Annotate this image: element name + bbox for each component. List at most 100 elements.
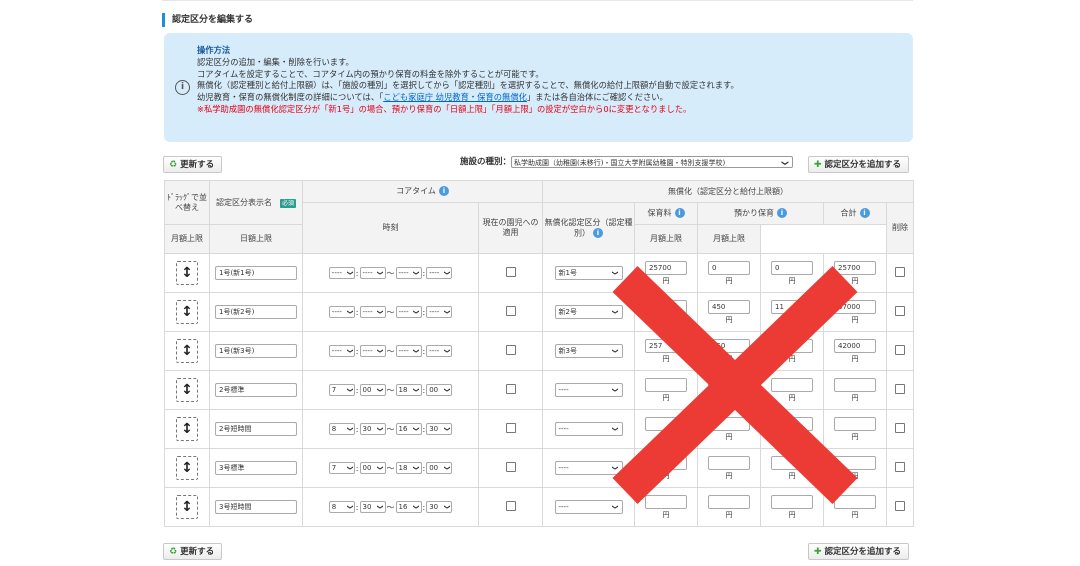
time-select[interactable]: ---- ❯ bbox=[426, 345, 453, 357]
delete-checkbox[interactable] bbox=[895, 462, 906, 472]
apply-current-checkbox[interactable] bbox=[505, 306, 516, 316]
amount-input[interactable] bbox=[834, 494, 876, 509]
add-category-button-bottom[interactable]: ✚ 認定区分を追加する bbox=[808, 543, 910, 560]
free-category-select[interactable]: ---- ❯ bbox=[554, 461, 623, 475]
drag-handle-icon[interactable]: ↕ bbox=[176, 261, 198, 285]
time-select[interactable]: ---- ❯ bbox=[426, 267, 453, 279]
time-select[interactable]: ---- ❯ bbox=[395, 306, 422, 318]
apply-current-checkbox[interactable] bbox=[505, 345, 516, 355]
amount-input[interactable] bbox=[771, 455, 813, 470]
time-select[interactable]: 00 ❯ bbox=[359, 384, 386, 396]
add-category-button-top[interactable]: ✚ 認定区分を追加する bbox=[808, 156, 910, 173]
drag-handle-icon[interactable]: ↕ bbox=[176, 417, 198, 441]
category-name-input[interactable]: 3号短時間 bbox=[215, 500, 297, 514]
amount-input[interactable] bbox=[771, 338, 813, 353]
drag-handle-icon[interactable]: ↕ bbox=[176, 339, 198, 363]
time-select[interactable]: ---- ❯ bbox=[359, 267, 386, 279]
amount-input[interactable] bbox=[645, 377, 687, 392]
apply-current-checkbox[interactable] bbox=[505, 267, 516, 277]
update-button-top[interactable]: ♻ 更新する bbox=[163, 156, 223, 173]
amount-input[interactable] bbox=[771, 494, 813, 509]
time-select[interactable]: 7 ❯ bbox=[328, 462, 355, 474]
drag-handle-icon[interactable]: ↕ bbox=[176, 495, 198, 519]
category-name-input[interactable]: 1号(新2号) bbox=[215, 305, 297, 319]
category-name-input[interactable]: 1号(新3号) bbox=[215, 344, 297, 358]
drag-handle-icon[interactable]: ↕ bbox=[176, 378, 198, 402]
amount-input[interactable]: 257 bbox=[645, 338, 687, 353]
amount-input[interactable] bbox=[708, 494, 750, 509]
category-name-input[interactable]: 2号短時間 bbox=[215, 422, 297, 436]
amount-input[interactable] bbox=[645, 299, 687, 314]
free-category-select[interactable]: 新1号 ❯ bbox=[554, 266, 623, 280]
category-name-input[interactable]: 3号標準 bbox=[215, 461, 297, 475]
amount-input[interactable]: 0 bbox=[708, 260, 750, 275]
time-select[interactable]: 16 ❯ bbox=[395, 501, 422, 513]
delete-checkbox[interactable] bbox=[895, 423, 906, 433]
time-select[interactable]: ---- ❯ bbox=[359, 306, 386, 318]
help-icon[interactable]: i bbox=[859, 208, 870, 219]
time-select[interactable]: 7 ❯ bbox=[328, 384, 355, 396]
amount-input[interactable] bbox=[834, 455, 876, 470]
category-name-input[interactable]: 2号標準 bbox=[215, 383, 297, 397]
amount-input[interactable]: 25700 bbox=[834, 260, 876, 275]
time-select[interactable]: 18 ❯ bbox=[395, 462, 422, 474]
amount-input[interactable] bbox=[645, 494, 687, 509]
facility-select[interactable]: 私学助成園（幼稚園(未移行)・国立大学附属幼稚園・特別支援学校) ❯ bbox=[511, 155, 794, 168]
time-select[interactable]: 30 ❯ bbox=[426, 423, 453, 435]
time-select[interactable]: 18 ❯ bbox=[395, 384, 422, 396]
apply-current-checkbox[interactable] bbox=[505, 501, 516, 511]
amount-input[interactable] bbox=[771, 377, 813, 392]
help-icon[interactable]: i bbox=[438, 186, 449, 197]
free-category-select[interactable]: ---- ❯ bbox=[554, 383, 623, 397]
time-select[interactable]: 30 ❯ bbox=[359, 423, 386, 435]
category-name-input[interactable]: 1号(新1号) bbox=[215, 266, 297, 280]
time-select[interactable]: 30 ❯ bbox=[426, 501, 453, 513]
amount-input[interactable] bbox=[834, 377, 876, 392]
time-select[interactable]: ---- ❯ bbox=[359, 345, 386, 357]
delete-checkbox[interactable] bbox=[895, 345, 906, 355]
amount-input[interactable] bbox=[708, 377, 750, 392]
free-education-link[interactable]: こども家庭庁 幼児教育・保育の無償化 bbox=[383, 92, 527, 102]
amount-input[interactable]: 25700 bbox=[645, 260, 687, 275]
time-select[interactable]: 00 ❯ bbox=[426, 384, 453, 396]
free-category-select[interactable]: ---- ❯ bbox=[554, 422, 623, 436]
amount-input[interactable]: 37000 bbox=[834, 299, 876, 314]
drag-handle-icon[interactable]: ↕ bbox=[176, 456, 198, 480]
apply-current-checkbox[interactable] bbox=[505, 462, 516, 472]
time-select[interactable]: ---- ❯ bbox=[395, 267, 422, 279]
amount-input[interactable]: 42000 bbox=[834, 338, 876, 353]
time-select[interactable]: ---- ❯ bbox=[328, 345, 355, 357]
amount-input[interactable]: 11 bbox=[771, 299, 813, 314]
time-select[interactable]: ---- ❯ bbox=[395, 345, 422, 357]
delete-checkbox[interactable] bbox=[895, 501, 906, 511]
apply-current-checkbox[interactable] bbox=[505, 384, 516, 394]
free-category-select[interactable]: ---- ❯ bbox=[554, 500, 623, 514]
drag-handle-icon[interactable]: ↕ bbox=[176, 300, 198, 324]
amount-input[interactable]: 450 bbox=[708, 299, 750, 314]
amount-input[interactable]: 450 bbox=[708, 338, 750, 353]
amount-input[interactable]: 0 bbox=[771, 260, 813, 275]
amount-input[interactable] bbox=[645, 455, 687, 470]
apply-current-checkbox[interactable] bbox=[505, 423, 516, 433]
free-category-select[interactable]: 新3号 ❯ bbox=[554, 344, 623, 358]
help-icon[interactable]: i bbox=[777, 208, 787, 219]
time-select[interactable]: 16 ❯ bbox=[395, 423, 422, 435]
help-icon[interactable]: i bbox=[593, 227, 603, 238]
time-select[interactable]: ---- ❯ bbox=[426, 306, 453, 318]
time-select[interactable]: 00 ❯ bbox=[426, 462, 453, 474]
time-select[interactable]: 30 ❯ bbox=[359, 501, 386, 513]
amount-input[interactable] bbox=[834, 416, 876, 431]
amount-input[interactable] bbox=[708, 416, 750, 431]
delete-checkbox[interactable] bbox=[895, 306, 906, 316]
amount-input[interactable] bbox=[708, 455, 750, 470]
time-select[interactable]: 8 ❯ bbox=[328, 501, 355, 513]
time-select[interactable]: 00 ❯ bbox=[359, 462, 386, 474]
delete-checkbox[interactable] bbox=[895, 267, 906, 277]
update-button-bottom[interactable]: ♻ 更新する bbox=[163, 543, 223, 560]
amount-input[interactable] bbox=[645, 416, 687, 431]
time-select[interactable]: ---- ❯ bbox=[328, 267, 355, 279]
delete-checkbox[interactable] bbox=[895, 384, 906, 394]
amount-input[interactable] bbox=[771, 416, 813, 431]
free-category-select[interactable]: 新2号 ❯ bbox=[554, 305, 623, 319]
time-select[interactable]: ---- ❯ bbox=[328, 306, 355, 318]
